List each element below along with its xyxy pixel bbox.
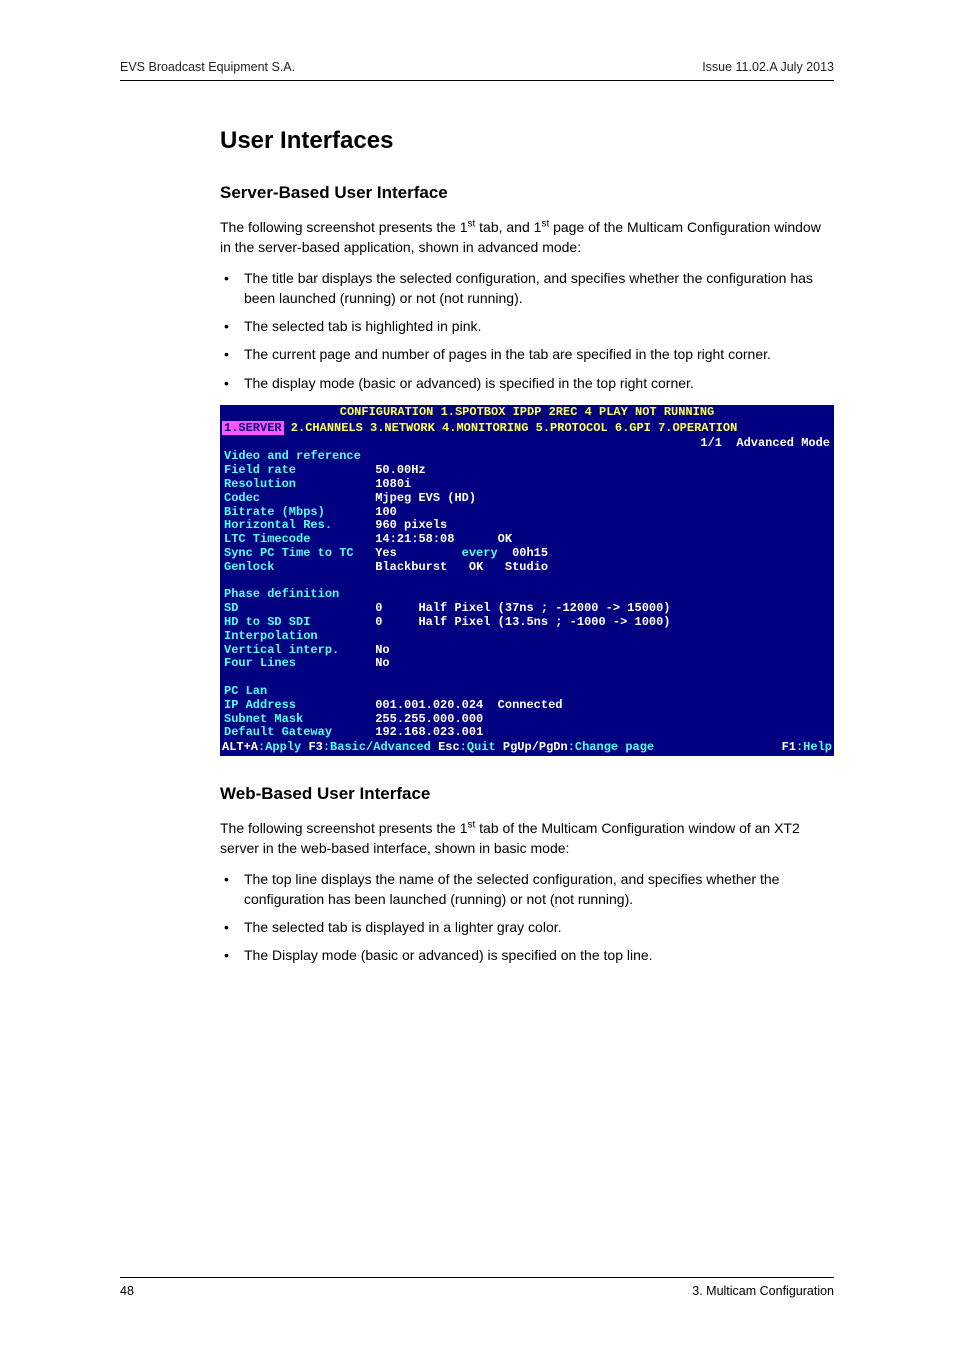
- header-left: EVS Broadcast Equipment S.A.: [120, 60, 295, 74]
- section1-bullets: The title bar displays the selected conf…: [220, 268, 834, 393]
- list-item: The selected tab is highlighted in pink.: [220, 316, 834, 336]
- list-item: The Display mode (basic or advanced) is …: [220, 945, 834, 965]
- section1-intro: The following screenshot presents the 1s…: [220, 217, 834, 258]
- content: User Interfaces Server-Based User Interf…: [220, 127, 834, 966]
- terminal-footer: ALT+A:Apply F3:Basic/Advanced Esc:Quit P…: [220, 740, 834, 756]
- section2-heading: Web-Based User Interface: [220, 784, 834, 804]
- page-header: EVS Broadcast Equipment S.A. Issue 11.02…: [120, 60, 834, 81]
- list-item: The top line displays the name of the se…: [220, 869, 834, 910]
- config-terminal: CONFIGURATION 1.SPOTBOX IPDP 2REC 4 PLAY…: [220, 405, 834, 756]
- tab-server[interactable]: 1.SERVER: [222, 421, 284, 435]
- list-item: The selected tab is displayed in a light…: [220, 917, 834, 937]
- header-right: Issue 11.02.A July 2013: [702, 60, 834, 74]
- list-item: The display mode (basic or advanced) is …: [220, 373, 834, 393]
- section1-heading: Server-Based User Interface: [220, 183, 834, 203]
- page-title: User Interfaces: [220, 127, 834, 155]
- section2-intro: The following screenshot presents the 1s…: [220, 818, 834, 859]
- terminal-mode: 1/1 Advanced Mode: [220, 437, 834, 451]
- terminal-tabs[interactable]: 1.SERVER 2.CHANNELS 3.NETWORK 4.MONITORI…: [220, 421, 834, 437]
- terminal-title: CONFIGURATION 1.SPOTBOX IPDP 2REC 4 PLAY…: [220, 405, 834, 421]
- list-item: The title bar displays the selected conf…: [220, 268, 834, 309]
- page-number: 48: [120, 1284, 134, 1298]
- tabs-rest[interactable]: 2.CHANNELS 3.NETWORK 4.MONITORING 5.PROT…: [284, 421, 738, 435]
- page-footer: 48 3. Multicam Configuration: [120, 1277, 834, 1298]
- list-item: The current page and number of pages in …: [220, 344, 834, 364]
- terminal-body: Video and reference Field rate 50.00Hz R…: [220, 450, 834, 740]
- footer-section: 3. Multicam Configuration: [692, 1284, 834, 1298]
- section2-bullets: The top line displays the name of the se…: [220, 869, 834, 966]
